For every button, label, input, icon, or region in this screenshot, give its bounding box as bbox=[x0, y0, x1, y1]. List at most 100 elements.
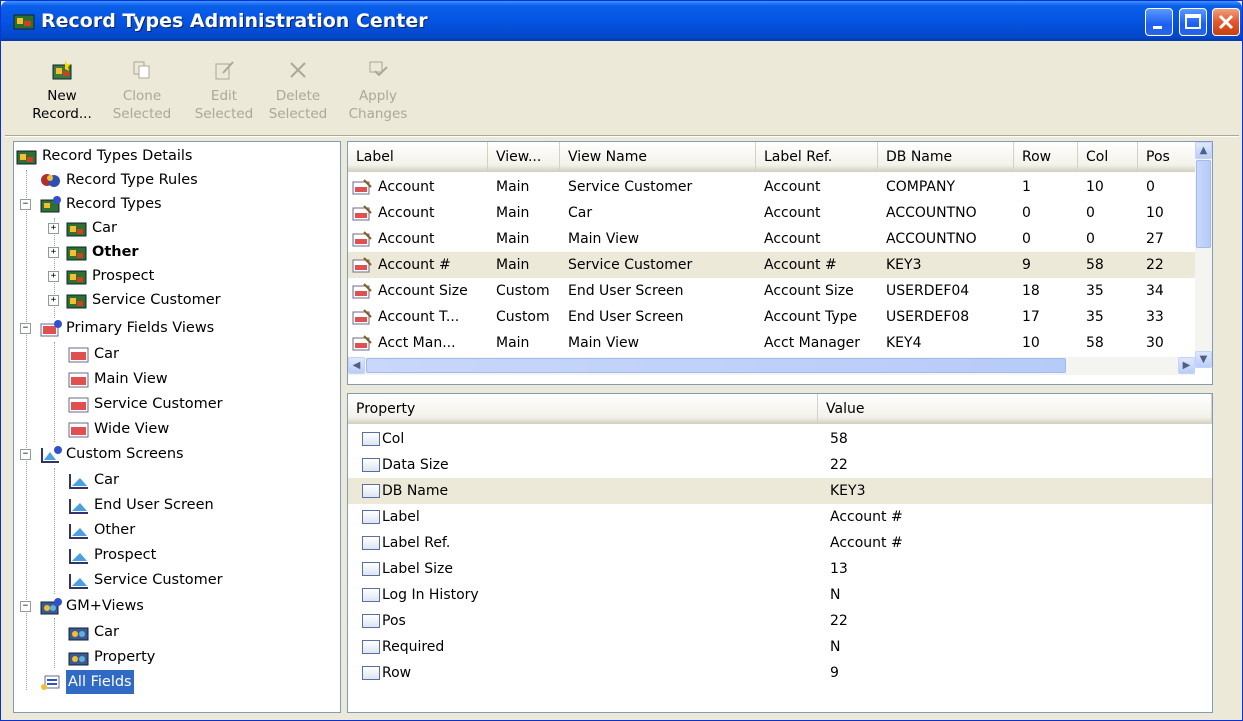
scroll-up-icon[interactable]: ▲ bbox=[1195, 142, 1212, 159]
tree-connector bbox=[54, 618, 55, 668]
property-row[interactable]: DB Name KEY3 bbox=[348, 478, 1212, 504]
expand-icon[interactable]: + bbox=[48, 271, 59, 282]
title-bar[interactable]: Record Types Administration Center bbox=[1, 1, 1242, 41]
field-icon bbox=[352, 231, 372, 247]
cell-view: Main bbox=[496, 231, 530, 247]
edit-selected-button[interactable]: Edit Selected bbox=[191, 49, 257, 133]
collapse-icon[interactable]: − bbox=[20, 323, 31, 334]
column-header-property[interactable]: Property bbox=[348, 394, 818, 424]
apply-changes-button[interactable]: Apply Changes bbox=[345, 49, 411, 133]
property-row[interactable]: Label Ref. Account # bbox=[348, 530, 1212, 556]
grid-horizontal-scrollbar[interactable]: ◀ ▶ bbox=[348, 357, 1195, 375]
scroll-down-icon[interactable]: ▼ bbox=[1195, 351, 1212, 368]
cell-col: 58 bbox=[1086, 335, 1104, 351]
column-header-label[interactable]: Label bbox=[348, 142, 488, 172]
column-header-value[interactable]: Value bbox=[818, 394, 1212, 424]
property-value[interactable]: N bbox=[830, 582, 840, 608]
scroll-right-icon[interactable]: ▶ bbox=[1178, 357, 1195, 374]
table-row[interactable]: Account T... Custom End User Screen Account… bbox=[348, 304, 1206, 330]
property-row[interactable]: Pos 22 bbox=[348, 608, 1212, 634]
property-value[interactable]: 9 bbox=[830, 660, 839, 686]
table-row[interactable]: Account Main Main View Account ACCOUNTNO 0 0 27 bbox=[348, 226, 1206, 252]
cell-pos: 22 bbox=[1146, 257, 1164, 273]
tree-node-label: Record Type Rules bbox=[66, 172, 198, 188]
column-header-pos[interactable]: Pos bbox=[1138, 142, 1196, 172]
scroll-left-icon[interactable]: ◀ bbox=[348, 357, 365, 374]
clone-selected-button[interactable]: Clone Selected bbox=[109, 49, 175, 133]
cell-row: 10 bbox=[1022, 335, 1040, 351]
property-row[interactable]: Label Account # bbox=[348, 504, 1212, 530]
property-name: Label bbox=[382, 509, 420, 525]
property-value[interactable]: Account # bbox=[830, 504, 903, 530]
record-type-icon bbox=[66, 246, 87, 261]
record-types-tree[interactable]: Record Types Details Record Type Rules −… bbox=[13, 141, 341, 713]
expand-icon[interactable]: + bbox=[48, 247, 59, 258]
cell-view-name: Service Customer bbox=[568, 257, 693, 273]
cell-pos: 0 bbox=[1146, 179, 1155, 195]
gm-view-icon bbox=[68, 627, 89, 641]
cell-view-name: End User Screen bbox=[568, 283, 684, 299]
property-row[interactable]: Required N bbox=[348, 634, 1212, 660]
table-row[interactable]: Account Main Service Customer Account COMPAN… bbox=[348, 174, 1206, 200]
all-fields-icon bbox=[41, 675, 60, 690]
expand-icon[interactable]: + bbox=[48, 223, 59, 234]
property-name: Pos bbox=[382, 613, 406, 629]
scroll-thumb[interactable] bbox=[366, 358, 1066, 373]
property-row[interactable]: Row 9 bbox=[348, 660, 1212, 686]
expand-icon[interactable]: + bbox=[48, 295, 59, 306]
table-row[interactable]: Acct Man... Main Main View Acct Manager KEY4… bbox=[348, 330, 1206, 356]
table-row[interactable]: Account Size Custom End User Screen Account… bbox=[348, 278, 1206, 304]
tree-node-label: Car bbox=[94, 346, 119, 362]
property-icon bbox=[362, 640, 380, 654]
fields-grid[interactable]: Label View... View Name Label Ref. DB Na… bbox=[347, 141, 1213, 385]
cell-label-ref: Account Size bbox=[764, 283, 854, 299]
property-row[interactable]: Data Size 22 bbox=[348, 452, 1212, 478]
tree-node-label: Service Customer bbox=[94, 396, 223, 412]
property-value[interactable]: KEY3 bbox=[830, 478, 866, 504]
property-value[interactable]: N bbox=[830, 634, 840, 660]
maximize-button[interactable] bbox=[1179, 8, 1207, 36]
record-type-icon bbox=[66, 294, 87, 309]
column-header-db-name[interactable]: DB Name bbox=[878, 142, 1014, 172]
property-value[interactable]: 22 bbox=[830, 608, 848, 634]
column-header-row[interactable]: Row bbox=[1014, 142, 1078, 172]
properties-grid[interactable]: Property Value Col 58 Data Size 22 DB Name KE… bbox=[347, 393, 1213, 713]
cell-view: Custom bbox=[496, 309, 550, 325]
cell-view-name: End User Screen bbox=[568, 309, 684, 325]
column-header-col[interactable]: Col bbox=[1078, 142, 1138, 172]
column-header-view-name[interactable]: View Name bbox=[560, 142, 756, 172]
field-icon bbox=[352, 205, 372, 221]
column-header-label-ref[interactable]: Label Ref. bbox=[756, 142, 878, 172]
collapse-icon[interactable]: − bbox=[20, 601, 31, 612]
tree-node-label: Record Types bbox=[66, 196, 162, 212]
property-value[interactable]: 13 bbox=[830, 556, 848, 582]
collapse-icon[interactable]: − bbox=[20, 199, 31, 210]
property-value[interactable]: Account # bbox=[830, 530, 903, 556]
close-button[interactable] bbox=[1212, 8, 1240, 36]
tree-node-label: Main View bbox=[94, 371, 168, 387]
cell-pos: 34 bbox=[1146, 283, 1164, 299]
column-header-view[interactable]: View... bbox=[488, 142, 560, 172]
property-name: Label Ref. bbox=[382, 535, 451, 551]
cell-view: Main bbox=[496, 179, 530, 195]
new-record-button[interactable]: New Record... bbox=[29, 49, 95, 133]
cell-label: Account # bbox=[378, 257, 451, 273]
grid-vertical-scrollbar[interactable]: ▲ ▼ bbox=[1195, 142, 1212, 368]
cell-label: Account bbox=[378, 205, 435, 221]
table-row[interactable]: Account Main Car Account ACCOUNTNO 0 0 10 bbox=[348, 200, 1206, 226]
gm-view-icon bbox=[68, 652, 89, 666]
cell-db-name: ACCOUNTNO bbox=[886, 205, 977, 221]
property-row[interactable]: Label Size 13 bbox=[348, 556, 1212, 582]
table-row[interactable]: Account # Main Service Customer Account # KE… bbox=[348, 252, 1206, 278]
screen-icon bbox=[69, 499, 88, 514]
property-row[interactable]: Col 58 bbox=[348, 426, 1212, 452]
delete-selected-button[interactable]: Delete Selected bbox=[265, 49, 331, 133]
property-value[interactable]: 22 bbox=[830, 452, 848, 478]
collapse-icon[interactable]: − bbox=[20, 449, 31, 460]
property-value[interactable]: 58 bbox=[830, 426, 848, 452]
tree-node-label: Prospect bbox=[92, 268, 155, 284]
minimize-button[interactable] bbox=[1145, 8, 1173, 36]
property-row[interactable]: Log In History N bbox=[348, 582, 1212, 608]
toolbar: New Record... Clone Selected Edit Select… bbox=[5, 45, 1239, 137]
scroll-thumb[interactable] bbox=[1196, 160, 1211, 248]
